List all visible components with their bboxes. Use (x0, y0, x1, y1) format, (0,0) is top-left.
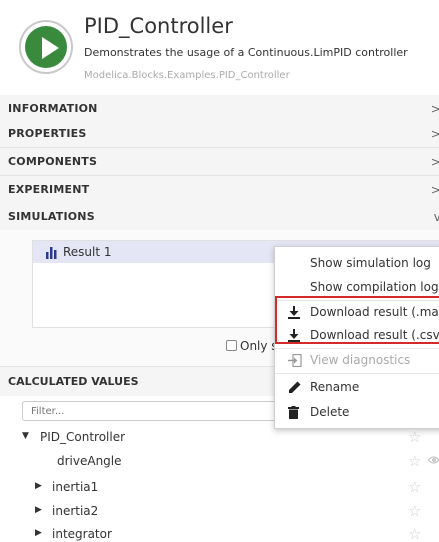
menu-divider (275, 373, 439, 374)
tree-node-inertia1[interactable]: ▶ inertia1 ☆ (0, 476, 439, 500)
section-label: SIMULATIONS (8, 210, 95, 223)
menu-item-label: Show simulation log (310, 256, 431, 270)
model-description: Demonstrates the usage of a Continuous.L… (84, 46, 408, 59)
pencil-icon (289, 381, 301, 393)
model-header: PID_Controller Demonstrates the usage of… (0, 0, 439, 95)
download-highlight-box (275, 296, 439, 344)
chevron-right-icon: > (430, 155, 439, 169)
model-path: Modelica.Blocks.Examples.PID_Controller (84, 70, 290, 81)
section-properties[interactable]: PROPERTIES > (0, 120, 439, 148)
section-experiment[interactable]: EXPERIMENT > (0, 176, 439, 204)
menu-item-label: Show compilation log (310, 280, 439, 294)
caret-right-icon[interactable]: ▶ (35, 481, 42, 491)
result-label: Result 1 (63, 245, 112, 259)
eye-icon[interactable] (428, 454, 439, 466)
chevron-down-icon: v (433, 210, 439, 224)
tree-node-integrator[interactable]: ▶ integrator ☆ (0, 523, 439, 542)
star-icon[interactable]: ☆ (408, 452, 421, 470)
star-icon[interactable]: ☆ (408, 502, 421, 520)
menu-view-diagnostics[interactable]: View diagnostics (275, 349, 439, 373)
section-simulations[interactable]: SIMULATIONS v (0, 203, 439, 231)
diagnostics-icon (288, 354, 302, 367)
section-label: CALCULATED VALUES (8, 375, 139, 388)
menu-rename[interactable]: Rename (275, 376, 439, 400)
tree-node-inertia2[interactable]: ▶ inertia2 ☆ (0, 500, 439, 524)
tree-node-label: inertia2 (52, 504, 99, 518)
section-information[interactable]: INFORMATION > (0, 95, 439, 123)
tree-node-label: driveAngle (57, 454, 122, 468)
menu-item-label: View diagnostics (310, 353, 411, 367)
section-components[interactable]: COMPONENTS > (0, 148, 439, 176)
tree-node-label: integrator (52, 527, 112, 541)
only-checkbox-label: Only s (240, 339, 278, 353)
menu-delete[interactable]: Delete (275, 401, 439, 425)
tree-node-label: PID_Controller (40, 430, 126, 444)
section-label: COMPONENTS (8, 155, 98, 168)
star-icon[interactable]: ☆ (408, 525, 421, 542)
chevron-right-icon: > (430, 183, 439, 197)
play-icon (42, 37, 59, 59)
star-icon[interactable]: ☆ (408, 428, 421, 446)
section-label: EXPERIMENT (8, 183, 90, 196)
only-filter-option[interactable]: Only s (226, 339, 278, 353)
tree-node-label: inertia1 (52, 480, 99, 494)
tree-node-driveangle[interactable]: driveAngle ☆ (0, 450, 439, 474)
only-checkbox[interactable] (226, 340, 237, 351)
caret-right-icon[interactable]: ▶ (35, 505, 42, 515)
section-label: INFORMATION (8, 102, 98, 115)
star-icon[interactable]: ☆ (408, 478, 421, 496)
menu-show-simulation-log[interactable]: Show simulation log (275, 252, 439, 276)
bar-chart-icon (46, 247, 57, 259)
caret-down-icon[interactable]: ▼ (22, 431, 29, 441)
tree-node-pid-controller[interactable]: ▼ PID_Controller ☆ (0, 426, 439, 450)
simulate-button[interactable] (19, 20, 73, 74)
caret-right-icon[interactable]: ▶ (35, 528, 42, 538)
trash-icon (288, 406, 299, 419)
section-label: PROPERTIES (8, 127, 87, 140)
menu-item-label: Rename (310, 380, 360, 394)
chevron-right-icon: > (430, 102, 439, 116)
chevron-right-icon: > (430, 127, 439, 141)
model-title: PID_Controller (84, 14, 233, 38)
menu-item-label: Delete (310, 405, 350, 419)
